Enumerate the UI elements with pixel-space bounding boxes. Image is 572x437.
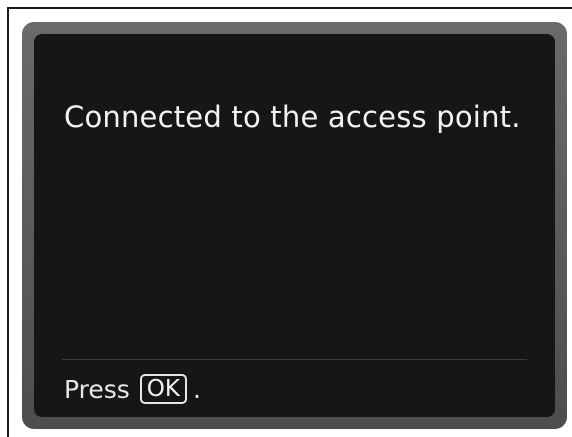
footer-period: . (192, 374, 201, 404)
printer-panel-frame: Connected to the access point. Press OK … (7, 7, 572, 437)
lcd-screen: Connected to the access point. Press OK … (34, 34, 555, 417)
status-message: Connected to the access point. (64, 100, 521, 134)
press-label: Press (64, 374, 130, 404)
footer-divider (62, 359, 527, 360)
instruction-footer: Press OK . (64, 371, 201, 407)
lcd-bezel: Connected to the access point. Press OK … (22, 22, 567, 429)
ok-button-icon[interactable]: OK (139, 374, 187, 404)
